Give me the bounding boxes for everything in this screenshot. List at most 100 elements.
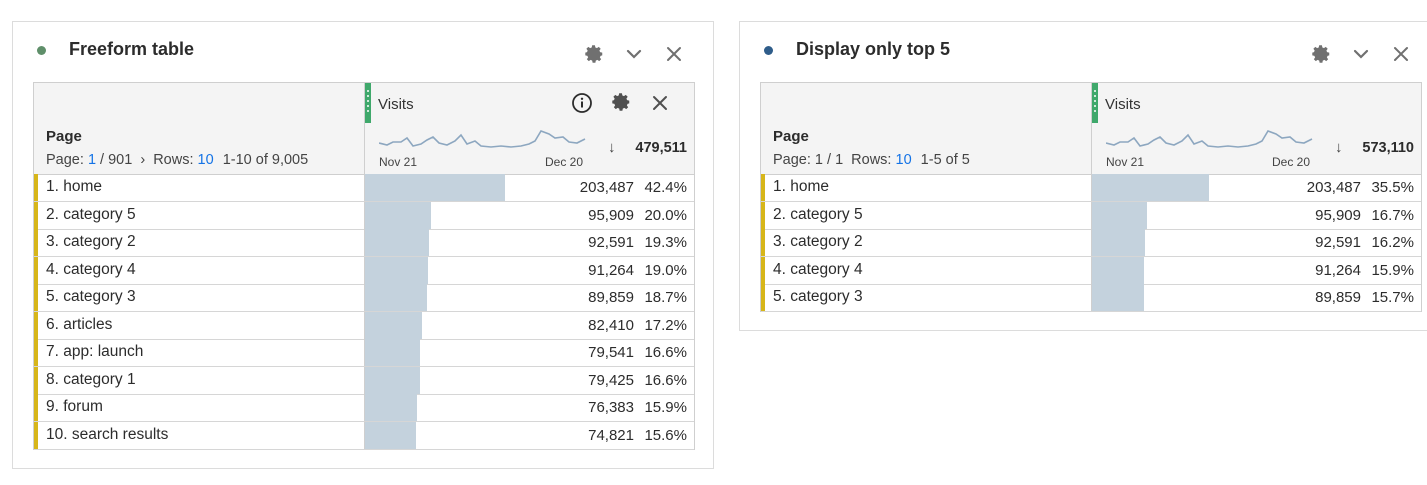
close-icon[interactable]: [652, 95, 668, 116]
visits-cell: 79,425 16.6%: [364, 366, 694, 394]
row-label: 8. category 1: [46, 370, 136, 388]
page-prefix: Page:: [46, 152, 84, 168]
close-icon[interactable]: [1388, 41, 1414, 67]
visits-percent: 16.6%: [644, 371, 687, 389]
percent-bar: [365, 339, 420, 366]
info-icon[interactable]: [571, 92, 593, 119]
close-icon[interactable]: [661, 41, 687, 67]
table-row[interactable]: 7. app: launch 79,541 16.6%: [34, 339, 694, 367]
column-header-row: Visits: [761, 83, 1421, 125]
visits-value: 203,487: [1306, 179, 1361, 196]
gear-icon[interactable]: [1308, 41, 1334, 67]
row-selection-marker: [34, 421, 38, 449]
gear-icon[interactable]: [610, 91, 632, 118]
visits-percent: 15.7%: [1371, 289, 1414, 306]
row-selection-marker: [34, 284, 38, 311]
visits-percent: 16.2%: [1371, 234, 1414, 251]
table-row[interactable]: 1. home 203,487 42.4%: [34, 174, 694, 202]
table-row[interactable]: 4. category 4 91,264 15.9%: [761, 256, 1421, 285]
visits-percent: 42.4%: [644, 179, 687, 196]
visits-percent: 16.7%: [1371, 206, 1414, 224]
sparkline-end-date: Dec 20: [1272, 155, 1311, 169]
chevron-down-icon[interactable]: [1348, 41, 1374, 67]
table-row[interactable]: 3. category 2 92,591 19.3%: [34, 229, 694, 257]
row-label: 2. category 5: [46, 205, 136, 223]
row-label: 9. forum: [46, 398, 103, 415]
percent-bar: [365, 394, 418, 421]
percent-bar: [1092, 201, 1148, 229]
percent-bar: [1092, 284, 1144, 311]
next-page-chevron-icon[interactable]: ›: [140, 152, 145, 168]
page-prefix: Page: 1 / 1: [773, 152, 844, 168]
row-label: 5. category 3: [46, 288, 136, 305]
pagination: Page: 1 / 901 › Rows: 10 1-10 of 9,005: [46, 152, 308, 168]
pagination: Page: 1 / 1 Rows: 10 1-5 of 5: [773, 152, 970, 168]
column-drag-handle[interactable]: [365, 83, 371, 123]
row-selection-marker: [34, 229, 38, 256]
rows-per-page-link[interactable]: 10: [896, 152, 912, 168]
visits-column-header[interactable]: Visits: [364, 83, 694, 124]
visits-summary-cell: Nov 21 Dec 20 ↓ 479,511: [364, 124, 694, 174]
visits-cell: 203,487 42.4%: [364, 174, 694, 201]
visits-value: 76,383: [588, 399, 634, 416]
table-row[interactable]: 5. category 3 89,859 18.7%: [34, 284, 694, 312]
table-row[interactable]: 6. articles 82,410 17.2%: [34, 311, 694, 340]
rows-per-page-link[interactable]: 10: [198, 152, 214, 168]
panel-title[interactable]: Display only top 5: [796, 39, 950, 60]
visits-value: 79,541: [588, 344, 634, 361]
table-row[interactable]: 1. home 203,487 35.5%: [761, 174, 1421, 202]
top-5-table-panel: Display only top 5 Visits Page Page: 1 /…: [739, 21, 1427, 331]
sparkline-end-date: Dec 20: [545, 155, 584, 169]
table-row[interactable]: 3. category 2 92,591 16.2%: [761, 229, 1421, 257]
visits-cell: 79,541 16.6%: [364, 339, 694, 366]
visits-value: 82,410: [588, 316, 634, 334]
row-label: 3. category 2: [773, 233, 863, 250]
table-row[interactable]: 2. category 5 95,909 20.0%: [34, 201, 694, 230]
row-label: 1. home: [773, 178, 830, 195]
visits-column-header[interactable]: Visits: [1091, 83, 1421, 124]
row-selection-marker: [761, 284, 765, 311]
visits-cell: 89,859 18.7%: [364, 284, 694, 311]
sparkline-start-date: Nov 21: [379, 155, 418, 169]
percent-bar: [365, 229, 429, 256]
visits-value: 92,591: [1315, 234, 1361, 251]
sort-descending-arrow-icon[interactable]: ↓: [608, 139, 616, 156]
row-label: 5. category 3: [773, 288, 863, 305]
panel-title[interactable]: Freeform table: [69, 39, 194, 60]
visits-cell: 91,264 15.9%: [1091, 256, 1421, 284]
column-title: Visits: [1105, 96, 1141, 113]
gear-icon[interactable]: [581, 41, 607, 67]
page-count: / 901: [100, 152, 133, 168]
sparkline-chart: [1106, 130, 1313, 148]
row-selection-marker: [34, 366, 38, 394]
summary-row: Page Page: 1 / 1 Rows: 10 1-5 of 5 Nov 2…: [761, 124, 1421, 175]
panel-header: Freeform table: [13, 22, 713, 82]
table-row[interactable]: 2. category 5 95,909 16.7%: [761, 201, 1421, 230]
panel-header: Display only top 5: [740, 22, 1427, 82]
percent-bar: [365, 256, 428, 284]
visits-value: 203,487: [579, 179, 634, 196]
visits-percent: 18.7%: [644, 289, 687, 306]
freeform-table: Visits Page Page: 1 / 901 › Rows: 10 1-1…: [33, 82, 695, 450]
table-row[interactable]: 5. category 3 89,859 15.7%: [761, 284, 1421, 312]
row-selection-marker: [34, 256, 38, 284]
percent-bar: [365, 284, 427, 311]
column-drag-handle[interactable]: [1092, 83, 1098, 123]
visits-cell: 91,264 19.0%: [364, 256, 694, 284]
row-range: 1-10 of 9,005: [222, 152, 309, 168]
row-label: 6. articles: [46, 315, 113, 333]
table-row[interactable]: 9. forum 76,383 15.9%: [34, 394, 694, 422]
column-total: 573,110: [1362, 140, 1414, 156]
row-selection-marker: [761, 201, 765, 229]
visits-percent: 35.5%: [1371, 179, 1414, 196]
visits-cell: 76,383 15.9%: [364, 394, 694, 421]
page-number-link[interactable]: 1: [88, 152, 96, 168]
table-row[interactable]: 8. category 1 79,425 16.6%: [34, 366, 694, 395]
visits-value: 89,859: [1315, 289, 1361, 306]
sort-descending-arrow-icon[interactable]: ↓: [1335, 139, 1343, 156]
dimension-label: Page: [773, 128, 809, 145]
table-row[interactable]: 4. category 4 91,264 19.0%: [34, 256, 694, 285]
table-row[interactable]: 10. search results 74,821 15.6%: [34, 421, 694, 450]
chevron-down-icon[interactable]: [621, 41, 647, 67]
row-selection-marker: [34, 394, 38, 421]
